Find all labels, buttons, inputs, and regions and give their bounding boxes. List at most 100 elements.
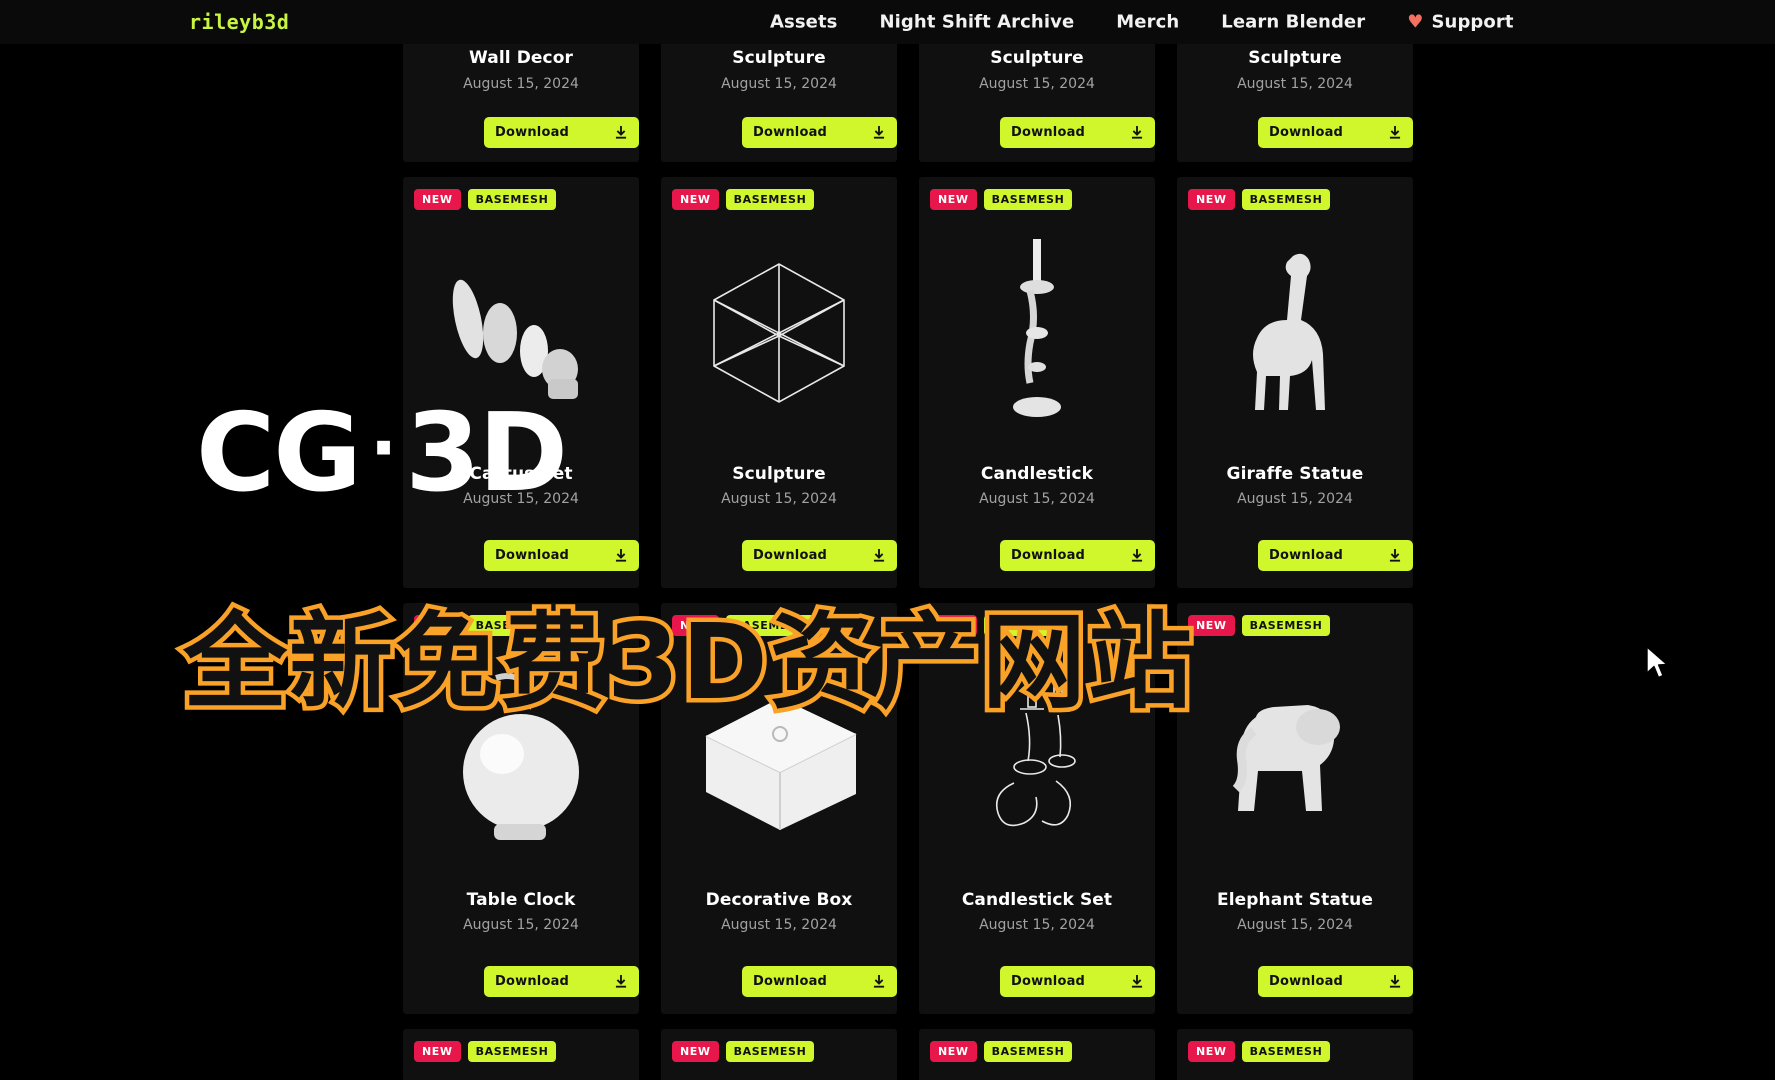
download-button-label: Download [1011, 125, 1086, 140]
badge-new: NEW [672, 189, 719, 210]
download-button[interactable]: Download [1258, 117, 1413, 148]
badge-basemesh: BASEMESH [467, 1041, 557, 1062]
nav-item-merch[interactable]: Merch [1116, 12, 1179, 33]
download-button-label: Download [1269, 974, 1344, 989]
asset-card[interactable]: NEW BASEMESH Decorative Box August 15, 20… [661, 603, 897, 1014]
candlestick-set-thumb [919, 643, 1155, 873]
badge-new: NEW [1188, 1041, 1235, 1062]
card-date: August 15, 2024 [979, 76, 1095, 92]
badge-basemesh: BASEMESH [983, 615, 1073, 636]
asset-card[interactable]: NEW BASEMESH Table Clock August 15, 2024 … [403, 603, 639, 1014]
badge-new: NEW [672, 615, 719, 636]
card-title: Elephant Statue [1217, 890, 1373, 910]
nav-item-support[interactable]: ♥ Support [1407, 12, 1513, 33]
badge-basemesh: BASEMESH [725, 189, 815, 210]
download-arrow-icon [1389, 974, 1401, 988]
cactus-set-thumb [403, 217, 639, 447]
asset-card[interactable]: NEW BASEMESH Candlestick August 15, 2024 … [919, 177, 1155, 588]
asset-card[interactable]: NEW BASEMESH Cactus Set August 15, 2024 D… [403, 177, 639, 588]
asset-card[interactable]: NEW BASEMESH [1177, 1029, 1413, 1080]
download-button[interactable]: Download [484, 540, 639, 571]
card-date: August 15, 2024 [463, 491, 579, 507]
download-button[interactable]: Download [484, 966, 639, 997]
card-badges: NEW BASEMESH [672, 1041, 815, 1062]
heart-icon: ♥ [1407, 11, 1424, 32]
download-arrow-icon [873, 125, 885, 139]
download-button-label: Download [1011, 974, 1086, 989]
card-badges: NEW BASEMESH [930, 615, 1073, 636]
watermark-dot: · [369, 406, 397, 490]
card-title: Wall Decor [469, 48, 573, 68]
card-date: August 15, 2024 [1237, 76, 1353, 92]
asset-card[interactable]: NEW BASEMESH Candlestick Set August 15, 2… [919, 603, 1155, 1014]
card-badges: NEW BASEMESH [930, 189, 1073, 210]
asset-card[interactable]: Wall Decor August 15, 2024 Download [403, 36, 639, 162]
asset-card[interactable]: Sculpture August 15, 2024 Download [919, 36, 1155, 162]
download-arrow-icon [1131, 548, 1143, 562]
site-logo[interactable]: rileyb3d [189, 10, 289, 34]
asset-card[interactable]: NEW BASEMESH [919, 1029, 1155, 1080]
card-title: Sculpture [732, 48, 826, 68]
asset-card[interactable]: Sculpture August 15, 2024 Download [661, 36, 897, 162]
badge-basemesh: BASEMESH [1241, 1041, 1331, 1062]
badge-basemesh: BASEMESH [725, 615, 815, 636]
badge-new: NEW [414, 615, 461, 636]
asset-card[interactable]: NEW BASEMESH Elephant Statue August 15, 2… [1177, 603, 1413, 1014]
download-button[interactable]: Download [1258, 966, 1413, 997]
badge-basemesh: BASEMESH [1241, 189, 1331, 210]
table-clock-thumb [403, 643, 639, 873]
asset-card[interactable]: NEW BASEMESH Sculpture August 15, 2024 Do… [661, 177, 897, 588]
download-arrow-icon [1389, 125, 1401, 139]
badge-basemesh: BASEMESH [983, 1041, 1073, 1062]
download-arrow-icon [615, 548, 627, 562]
badge-new: NEW [414, 1041, 461, 1062]
download-button[interactable]: Download [1000, 117, 1155, 148]
download-arrow-icon [1131, 125, 1143, 139]
badge-basemesh: BASEMESH [1241, 615, 1331, 636]
badge-new: NEW [930, 615, 977, 636]
page-root: rileyb3d Assets Night Shift Archive Merc… [0, 0, 1775, 1080]
card-badges: NEW BASEMESH [414, 189, 557, 210]
download-button[interactable]: Download [742, 540, 897, 571]
card-title: Sculpture [732, 464, 826, 484]
badge-new: NEW [930, 189, 977, 210]
badge-new: NEW [672, 1041, 719, 1062]
download-arrow-icon [873, 974, 885, 988]
download-button[interactable]: Download [742, 117, 897, 148]
asset-card[interactable]: NEW BASEMESH [403, 1029, 639, 1080]
card-title: Sculpture [1248, 48, 1342, 68]
download-button-label: Download [495, 974, 570, 989]
card-date: August 15, 2024 [979, 491, 1095, 507]
elephant-thumb [1177, 643, 1413, 873]
download-button-label: Download [495, 125, 570, 140]
download-button-label: Download [1011, 548, 1086, 563]
download-button-label: Download [753, 974, 828, 989]
watermark-cg-text: CG [196, 391, 362, 516]
card-title: Giraffe Statue [1226, 464, 1364, 484]
card-badges: NEW BASEMESH [1188, 615, 1331, 636]
card-badges: NEW BASEMESH [672, 189, 815, 210]
badge-new: NEW [1188, 615, 1235, 636]
decorative-box-thumb [661, 643, 897, 873]
card-badges: NEW BASEMESH [414, 615, 557, 636]
asset-card[interactable]: NEW BASEMESH [661, 1029, 897, 1080]
card-date: August 15, 2024 [463, 917, 579, 933]
download-arrow-icon [1131, 974, 1143, 988]
nav-item-night-shift-archive[interactable]: Night Shift Archive [880, 12, 1075, 33]
asset-card[interactable]: Sculpture August 15, 2024 Download [1177, 36, 1413, 162]
download-arrow-icon [873, 548, 885, 562]
badge-basemesh: BASEMESH [467, 615, 557, 636]
badge-basemesh: BASEMESH [725, 1041, 815, 1062]
download-button[interactable]: Download [742, 966, 897, 997]
asset-card[interactable]: NEW BASEMESH Giraffe Statue August 15, 20… [1177, 177, 1413, 588]
nav-item-learn-blender[interactable]: Learn Blender [1221, 12, 1365, 33]
download-button[interactable]: Download [1000, 540, 1155, 571]
nav-item-assets[interactable]: Assets [770, 12, 838, 33]
card-title: Cactus Set [469, 464, 573, 484]
download-button[interactable]: Download [1000, 966, 1155, 997]
card-badges: NEW BASEMESH [672, 615, 815, 636]
card-title: Table Clock [466, 890, 576, 910]
download-button[interactable]: Download [484, 117, 639, 148]
download-button[interactable]: Download [1258, 540, 1413, 571]
download-arrow-icon [615, 974, 627, 988]
